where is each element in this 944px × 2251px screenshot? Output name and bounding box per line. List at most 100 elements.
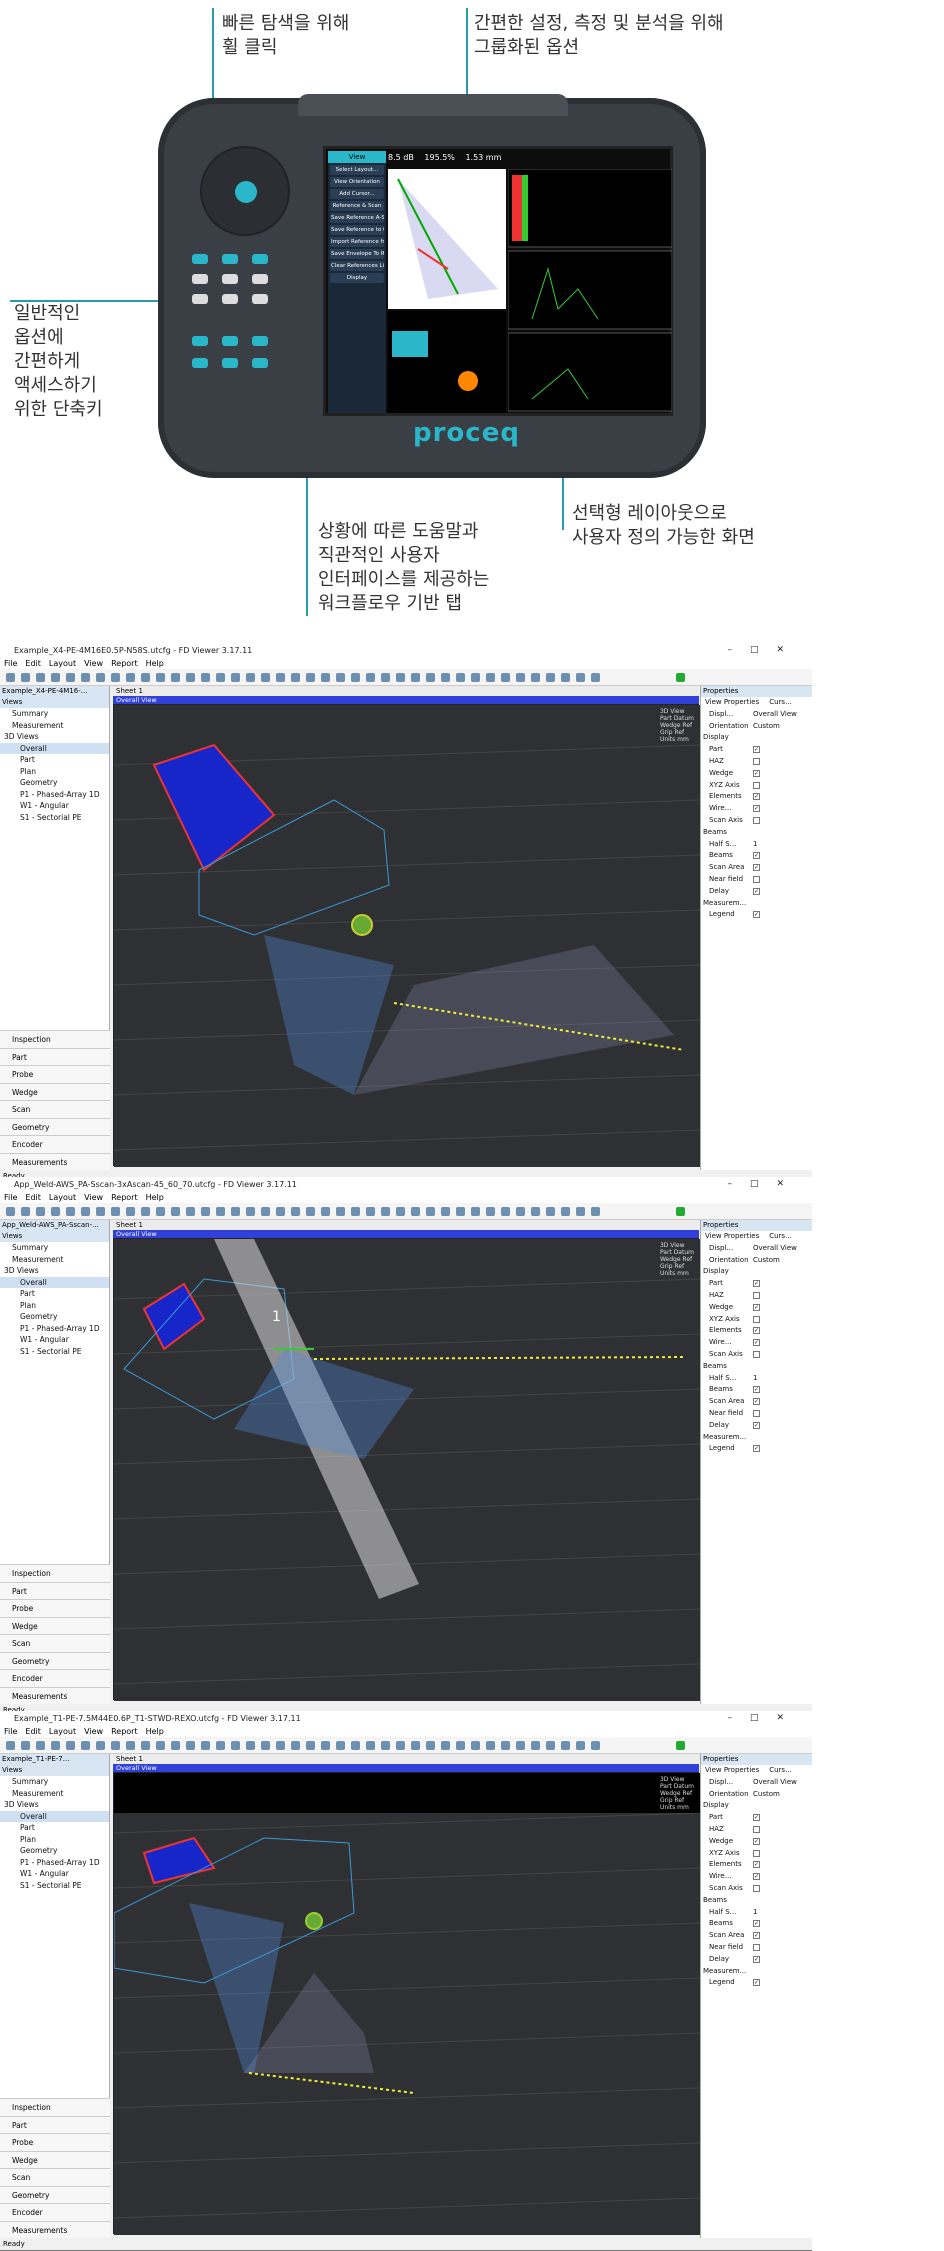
- checkbox[interactable]: ✓: [753, 805, 760, 813]
- toolbar-icon[interactable]: [231, 1741, 240, 1750]
- accordion-probe[interactable]: Probe: [0, 1065, 110, 1083]
- tab-viewproperties[interactable]: View Properties: [701, 1766, 759, 1774]
- toolbar-icon[interactable]: [246, 673, 255, 682]
- accordion-scan[interactable]: Scan: [0, 2168, 110, 2186]
- toolbar-icon[interactable]: [36, 1207, 45, 1216]
- checkbox[interactable]: ✓: [753, 1837, 760, 1845]
- shortcut-key[interactable]: [192, 336, 208, 346]
- menu-file[interactable]: File: [4, 1193, 17, 1202]
- toolbar-icon[interactable]: [81, 673, 90, 682]
- toolbar-icon[interactable]: [261, 673, 270, 682]
- menu-file[interactable]: File: [4, 1727, 17, 1736]
- toolbar-icon[interactable]: [21, 673, 30, 682]
- toolbar-icon[interactable]: [66, 673, 75, 682]
- toolbar-icon[interactable]: [126, 673, 135, 682]
- checkbox[interactable]: ✓: [753, 911, 760, 919]
- shortcut-key[interactable]: [192, 358, 208, 368]
- 3d-view[interactable]: 3D View Part Datum Wedge Ref Grip Ref Units …: [113, 1772, 701, 2235]
- checkbox[interactable]: ✓: [753, 1955, 760, 1963]
- toolbar-icon[interactable]: [321, 1207, 330, 1216]
- toolbar-icon[interactable]: [396, 1207, 405, 1216]
- accordion-measurements[interactable]: Measurements: [0, 1686, 110, 1704]
- toolbar-icon[interactable]: [486, 1207, 495, 1216]
- screen-menu-item[interactable]: Display: [330, 273, 384, 283]
- toolbar-icon[interactable]: [216, 673, 225, 682]
- toolbar-icon[interactable]: [201, 1741, 210, 1750]
- toolbar-icon[interactable]: [351, 1207, 360, 1216]
- toolbar-icon[interactable]: [381, 673, 390, 682]
- toolbar-icon[interactable]: [546, 1207, 555, 1216]
- toolbar-icon[interactable]: [111, 1741, 120, 1750]
- toolbar-icon[interactable]: [441, 1741, 450, 1750]
- shortcut-key[interactable]: [252, 254, 268, 264]
- toolbar-icon[interactable]: [111, 1207, 120, 1216]
- tab-viewproperties[interactable]: View Properties: [701, 698, 759, 706]
- menu-help[interactable]: Help: [146, 1727, 164, 1736]
- toolbar-icon[interactable]: [36, 1741, 45, 1750]
- checkbox[interactable]: ✓: [753, 1873, 760, 1881]
- tree-item[interactable]: S1 - Sectorial PE: [0, 812, 109, 824]
- accordion-probe[interactable]: Probe: [0, 2133, 110, 2151]
- tree-item[interactable]: 3D Views: [0, 1265, 109, 1277]
- checkbox[interactable]: [753, 1884, 760, 1892]
- tab-curs[interactable]: Curs...: [765, 1766, 792, 1774]
- menu-layout[interactable]: Layout: [49, 1193, 76, 1202]
- toolbar-icon[interactable]: [51, 1207, 60, 1216]
- tree-item[interactable]: W1 - Angular: [0, 800, 109, 812]
- toolbar-icon[interactable]: [291, 1207, 300, 1216]
- shortcut-key[interactable]: [222, 274, 238, 284]
- checkbox[interactable]: ✓: [753, 1339, 760, 1347]
- toolbar-icon[interactable]: [516, 1207, 525, 1216]
- screen-menu-item[interactable]: Import Reference from CSV file: [330, 237, 384, 247]
- toolbar-icon[interactable]: [486, 1741, 495, 1750]
- toolbar-icon[interactable]: [381, 1207, 390, 1216]
- tree-item[interactable]: Measurement: [0, 1788, 109, 1800]
- checkbox[interactable]: ✓: [753, 769, 760, 777]
- toolbar-icon[interactable]: [321, 673, 330, 682]
- tree-item[interactable]: Overall: [0, 742, 109, 754]
- menu-view[interactable]: View: [84, 1727, 103, 1736]
- toolbar-icon[interactable]: [561, 1207, 570, 1216]
- toolbar-icon[interactable]: [96, 1741, 105, 1750]
- accordion-wedge[interactable]: Wedge: [0, 1082, 110, 1100]
- toolbar-icon[interactable]: [51, 673, 60, 682]
- toolbar-icon[interactable]: [126, 1741, 135, 1750]
- toolbar-icon[interactable]: [336, 673, 345, 682]
- menu-edit[interactable]: Edit: [25, 1727, 41, 1736]
- toolbar-icon[interactable]: [321, 1741, 330, 1750]
- toolbar-icon[interactable]: [591, 673, 600, 682]
- half-skip-value[interactable]: 1: [753, 1907, 757, 1919]
- toolbar-icon[interactable]: [561, 1741, 570, 1750]
- toolbar-icon[interactable]: [471, 1741, 480, 1750]
- accordion-part[interactable]: Part: [0, 1581, 110, 1599]
- toolbar-icon[interactable]: [21, 1207, 30, 1216]
- toolbar-icon[interactable]: [531, 1207, 540, 1216]
- accordion-scan[interactable]: Scan: [0, 1634, 110, 1652]
- tree-item[interactable]: Plan: [0, 1834, 109, 1846]
- tab-sheet[interactable]: Sheet 1: [116, 1755, 143, 1763]
- toolbar-icon[interactable]: [231, 1207, 240, 1216]
- tree-item[interactable]: Measurement: [0, 720, 109, 732]
- toolbar-icon[interactable]: [336, 1207, 345, 1216]
- screen-menu-item[interactable]: Select Layout...: [330, 165, 384, 175]
- window-controls[interactable]: –□✕: [727, 643, 802, 658]
- toolbar-icon[interactable]: [291, 1741, 300, 1750]
- toolbar-icon[interactable]: [96, 673, 105, 682]
- menu-layout[interactable]: Layout: [49, 659, 76, 668]
- toolbar-icon[interactable]: [576, 1741, 585, 1750]
- shortcut-key[interactable]: [192, 294, 208, 304]
- accordion-part[interactable]: Part: [0, 2115, 110, 2133]
- tree-item[interactable]: Geometry: [0, 777, 109, 789]
- accordion-wedge[interactable]: Wedge: [0, 1616, 110, 1634]
- tree-item[interactable]: Part: [0, 754, 109, 766]
- tree-item[interactable]: P1 - Phased-Array 1D: [0, 1857, 109, 1869]
- tree-item[interactable]: W1 - Angular: [0, 1334, 109, 1346]
- screen-menu-item[interactable]: Clear References List: [330, 261, 384, 271]
- toolbar-icon[interactable]: [546, 673, 555, 682]
- screen-menu-item[interactable]: Save Reference A-Scan: [330, 213, 384, 223]
- menu-report[interactable]: Report: [111, 1193, 138, 1202]
- tree-item[interactable]: S1 - Sectorial PE: [0, 1880, 109, 1892]
- checkbox[interactable]: ✓: [753, 1861, 760, 1869]
- toolbar-icon[interactable]: [276, 1741, 285, 1750]
- checkbox[interactable]: ✓: [753, 1303, 760, 1311]
